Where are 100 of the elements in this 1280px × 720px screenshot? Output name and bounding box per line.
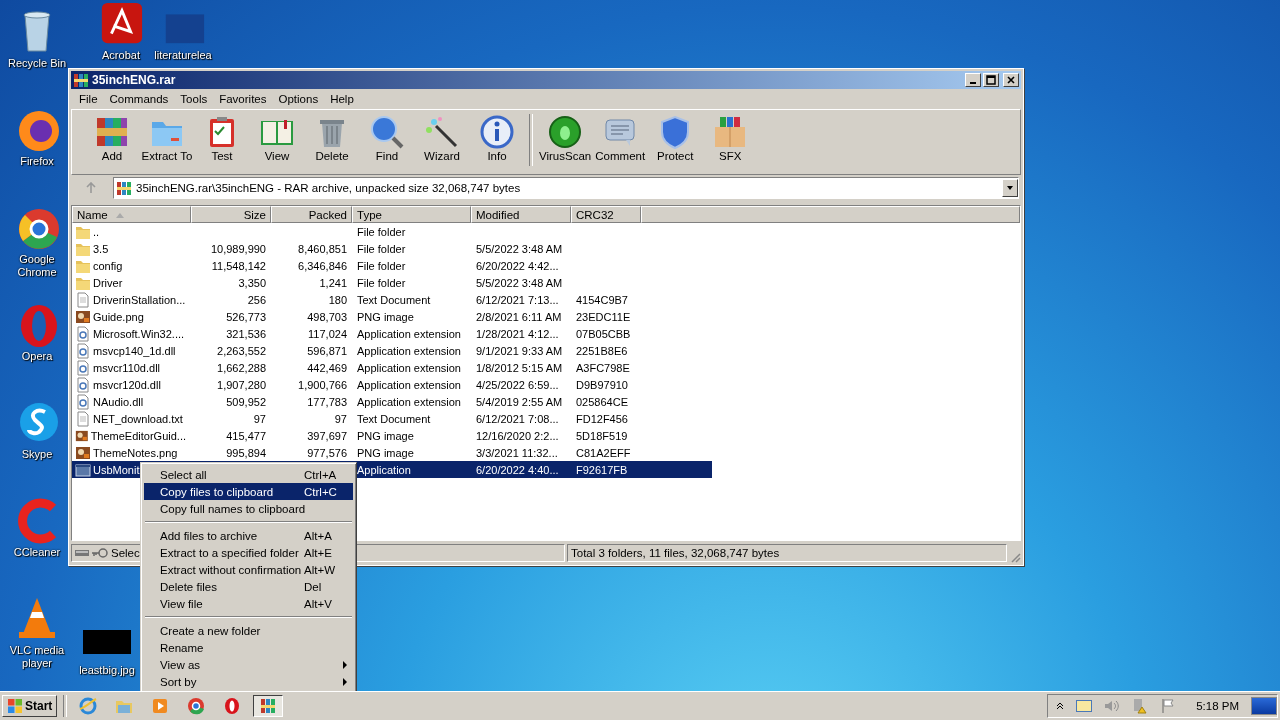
table-cell: 498,703	[307, 310, 347, 323]
file-row[interactable]: Microsoft.Win32.... 321,536 117,024 Application extension 1/28/2021 4:12... 07B05CBB	[72, 325, 712, 342]
table-cell: Application extension	[357, 361, 461, 374]
toolbar-button[interactable]: SFX	[704, 114, 757, 162]
column-header[interactable]: Name	[72, 206, 191, 223]
desktop-icon-label: Opera	[21, 350, 53, 363]
column-header[interactable]: Size	[191, 206, 271, 223]
context-menu-item[interactable]: Extract to a specified folder Alt+E	[144, 544, 353, 561]
table-cell: 4154C9B7	[576, 293, 628, 306]
file-row[interactable]: Guide.png 526,773 498,703 PNG image 2/8/2021 6:11 AM 23EDC11E	[72, 308, 712, 325]
context-menu-item[interactable]: View as	[144, 656, 353, 673]
column-header[interactable]: Modified	[471, 206, 571, 223]
menu-item[interactable]: Favorites	[213, 92, 273, 105]
file-row[interactable]: config 11,548,142 6,346,846 File folder 6/20/2022 4:42...	[72, 257, 712, 274]
toolbar-button[interactable]: Test	[196, 114, 248, 162]
toolbar-button[interactable]: Protect	[649, 114, 702, 162]
maximize-button[interactable]	[983, 73, 999, 87]
start-button[interactable]: Start	[2, 695, 58, 717]
menu-item[interactable]: Help	[324, 92, 360, 105]
toolbar-button[interactable]: Add	[86, 114, 138, 162]
table-cell: C81A2EFF	[576, 446, 631, 459]
table-cell: 977,576	[307, 446, 347, 459]
column-header[interactable]: Packed	[271, 206, 352, 223]
toolbar-button[interactable]: Info	[471, 114, 523, 162]
table-cell: 2/8/2021 6:11 AM	[476, 310, 562, 323]
file-row[interactable]: Driver 3,350 1,241 File folder 5/5/2022 3:48 AM	[72, 274, 712, 291]
toolbar-button[interactable]: VirusScan	[539, 114, 592, 162]
context-menu-item[interactable]: Copy files to clipboard Ctrl+C	[144, 483, 353, 500]
table-cell: ThemeNotes.png	[93, 446, 178, 459]
menu-item[interactable]: Options	[272, 92, 325, 105]
table-cell: 3,350	[238, 276, 266, 289]
file-row[interactable]: NAudio.dll 509,952 177,783 Application extension 5/4/2019 2:55 AM 025864CE	[72, 393, 712, 410]
desktop-icon-label: Firefox	[20, 155, 54, 168]
context-menu-item[interactable]: Rename	[144, 639, 353, 656]
table-cell: Application extension	[357, 327, 461, 340]
context-menu-item[interactable]: Add files to archive Alt+A	[144, 527, 353, 544]
table-cell: File folder	[357, 225, 406, 238]
table-cell: msvcr120d.dll	[93, 378, 161, 391]
table-cell: ThemeEditorGuid...	[90, 429, 186, 442]
file-row[interactable]: ThemeEditorGuid... 415,477 397,697 PNG image 12/16/2020 2:2... 5D18F519	[72, 427, 712, 444]
column-header[interactable]: CRC32	[571, 206, 641, 223]
table-cell: Guide.png	[93, 310, 144, 323]
file-row[interactable]: msvcr110d.dll 1,662,288 442,469 Application extension 1/8/2012 5:15 AM A3FC798E	[72, 359, 712, 376]
file-row[interactable]: NET_download.txt 97 97 Text Document 6/12/2021 7:08... FD12F456	[72, 410, 712, 427]
maximize-icon	[986, 75, 996, 85]
table-cell: 3/3/2021 11:32...	[476, 446, 558, 459]
windows-logo-icon	[7, 698, 23, 714]
menu-item[interactable]: File	[73, 92, 104, 105]
table-cell: File folder	[357, 259, 406, 272]
path-dropdown[interactable]: 35inchENG.rar\35inchENG - RAR archive, unpacked size 32,068,747 bytes	[113, 177, 1019, 199]
flag-icon[interactable]	[1160, 698, 1177, 714]
context-menu-item[interactable]: Delete files Del	[144, 578, 353, 595]
window-icon	[75, 461, 91, 478]
toolbar-button[interactable]: Extract To	[141, 114, 193, 162]
window-title: 35inchENG.rar	[92, 73, 176, 87]
toolbar-button[interactable]: Comment	[594, 114, 647, 162]
table-cell: 97	[334, 412, 347, 425]
toolbar-button[interactable]: Find	[361, 114, 413, 162]
table-cell: 6,346,846	[298, 259, 347, 272]
desktop-icon-label: VLC media player	[8, 644, 66, 670]
table-cell: F92617FB	[576, 463, 628, 476]
context-menu-item[interactable]: Extract without confirmation Alt+W	[144, 561, 353, 578]
minimize-button[interactable]	[965, 73, 981, 87]
table-cell: msvcr110d.dll	[93, 361, 161, 374]
chevron-up-icon[interactable]	[1056, 702, 1065, 710]
column-header[interactable]: Type	[352, 206, 471, 223]
file-row[interactable]: DriverinStallation... 256 180 Text Document 6/12/2021 7:13... 4154C9B7	[72, 291, 712, 308]
table-cell: 256	[247, 293, 266, 306]
table-cell: PNG image	[357, 310, 414, 323]
window-icon[interactable]	[1076, 700, 1093, 712]
close-button[interactable]	[1003, 73, 1019, 87]
table-cell: 12/16/2020 2:2...	[476, 429, 559, 442]
toolbar-button[interactable]: Delete	[306, 114, 358, 162]
file-row[interactable]: msvcp140_1d.dll 2,263,552 596,871 Application extension 9/1/2021 9:33 AM 2251B8E6	[72, 342, 712, 359]
show-desktop-button[interactable]	[1251, 697, 1277, 715]
sort-arrow-icon	[115, 211, 124, 218]
menu-item[interactable]: Commands	[103, 92, 175, 105]
file-row[interactable]: msvcr120d.dll 1,907,280 1,900,766 Application extension 4/25/2022 6:59... D9B97910	[72, 376, 712, 393]
context-menu-item[interactable]: Copy full names to clipboard	[144, 500, 353, 517]
context-menu-item[interactable]: Create a new folder	[144, 622, 353, 639]
books-taskbar-icon[interactable]	[253, 695, 284, 717]
dropdown-button[interactable]	[1002, 179, 1018, 197]
menu-item[interactable]: Tools	[174, 92, 214, 105]
table-cell: Microsoft.Win32....	[93, 327, 185, 340]
table-cell: 8,460,851	[298, 242, 347, 255]
resize-grip-icon[interactable]	[1009, 551, 1021, 563]
file-row[interactable]: 3.5 10,989,990 8,460,851 File folder 5/5/2022 3:48 AM	[72, 240, 712, 257]
table-cell: 596,871	[307, 344, 347, 357]
table-cell: 025864CE	[576, 395, 628, 408]
context-menu-item[interactable]: View file Alt+V	[144, 595, 353, 612]
file-row[interactable]: .. File folder	[72, 223, 712, 240]
desktop-icon-label: CCleaner	[13, 546, 61, 559]
file-row[interactable]: ThemeNotes.png 995,894 977,576 PNG image 3/3/2021 11:32... C81A2EFF	[72, 444, 712, 461]
table-cell: 6/20/2022 4:42...	[476, 259, 559, 272]
table-cell: 2,263,552	[217, 344, 266, 357]
toolbar-button[interactable]: View	[251, 114, 303, 162]
table-cell: Text Document	[357, 293, 431, 306]
context-menu-item[interactable]: Sort by	[144, 673, 353, 690]
toolbar-button[interactable]: Wizard	[416, 114, 468, 162]
table-cell: 5/5/2022 3:48 AM	[476, 276, 563, 289]
